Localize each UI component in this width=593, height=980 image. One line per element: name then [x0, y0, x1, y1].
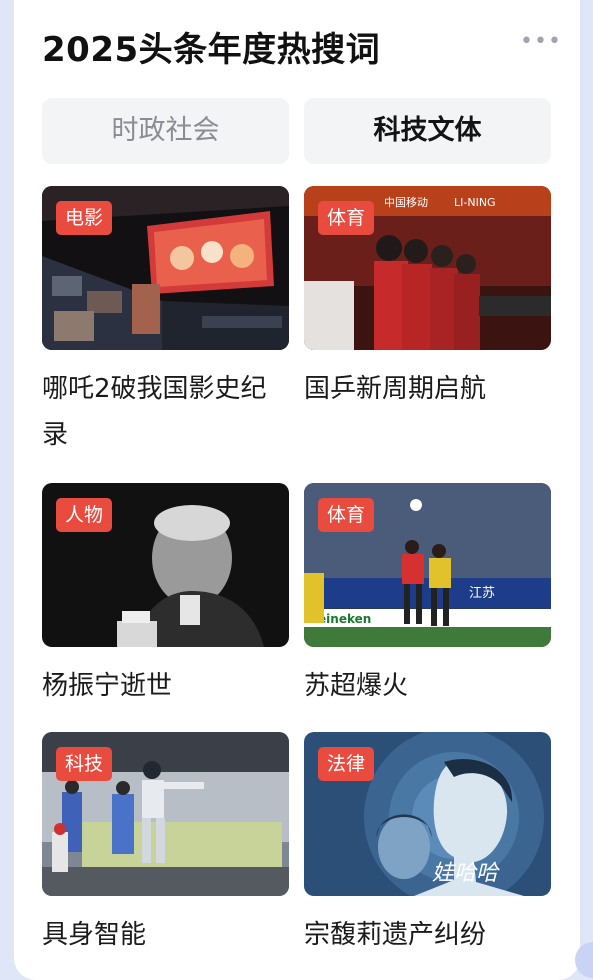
item-thumbnail[interactable]: 电影 [42, 186, 289, 350]
category-tag: 法律 [318, 747, 374, 781]
more-dots-icon[interactable]: ••• [520, 32, 546, 52]
hot-word-caption[interactable]: 具身智能 [42, 912, 289, 958]
tab-politics-society[interactable]: 时政社会 [42, 98, 289, 164]
item-thumbnail[interactable]: 娃哈哈 法律 [304, 732, 551, 896]
hot-word-item[interactable]: 人物 杨振宁逝世 [42, 483, 289, 709]
hot-word-caption[interactable]: 苏超爆火 [304, 663, 551, 709]
card-header: 2025头条年度热搜词 ••• [42, 22, 554, 70]
hot-word-item[interactable]: 电影 哪吒2破我国影史纪录 [42, 186, 289, 458]
item-thumbnail[interactable]: 人物 [42, 483, 289, 647]
hot-word-caption[interactable]: 杨振宁逝世 [42, 663, 289, 709]
item-thumbnail[interactable]: 科技 [42, 732, 289, 896]
ad-board-text: 江苏 [469, 585, 495, 601]
sponsor-text: LI-NING [454, 196, 496, 209]
hot-word-caption[interactable]: 国乒新周期启航 [304, 366, 551, 412]
hot-word-item[interactable]: 中国移动 LI-NING 体育 国乒新周期启航 [304, 186, 551, 412]
hot-word-caption[interactable]: 宗馥莉遗产纠纷 [304, 912, 551, 958]
item-thumbnail[interactable]: 中国移动 LI-NING 体育 [304, 186, 551, 350]
hot-word-item[interactable]: 娃哈哈 法律 宗馥莉遗产纠纷 [304, 732, 551, 958]
category-tag: 人物 [56, 498, 112, 532]
artwork-text: 娃哈哈 [432, 861, 500, 886]
card-title: 2025头条年度热搜词 [42, 22, 380, 71]
category-tag: 体育 [318, 498, 374, 532]
item-thumbnail[interactable]: 江苏 Heineken 体育 [304, 483, 551, 647]
category-tag: 电影 [56, 201, 112, 235]
category-tag: 科技 [56, 747, 112, 781]
hot-word-item[interactable]: 科技 具身智能 [42, 732, 289, 958]
category-tag: 体育 [318, 201, 374, 235]
category-tabs: 时政社会 科技文体 [42, 98, 550, 164]
hot-word-caption[interactable]: 哪吒2破我国影史纪录 [42, 366, 289, 458]
hot-word-item[interactable]: 江苏 Heineken 体育 苏超爆火 [304, 483, 551, 709]
tab-tech-culture-sports[interactable]: 科技文体 [304, 98, 551, 164]
sponsor-text: 中国移动 [384, 196, 428, 209]
